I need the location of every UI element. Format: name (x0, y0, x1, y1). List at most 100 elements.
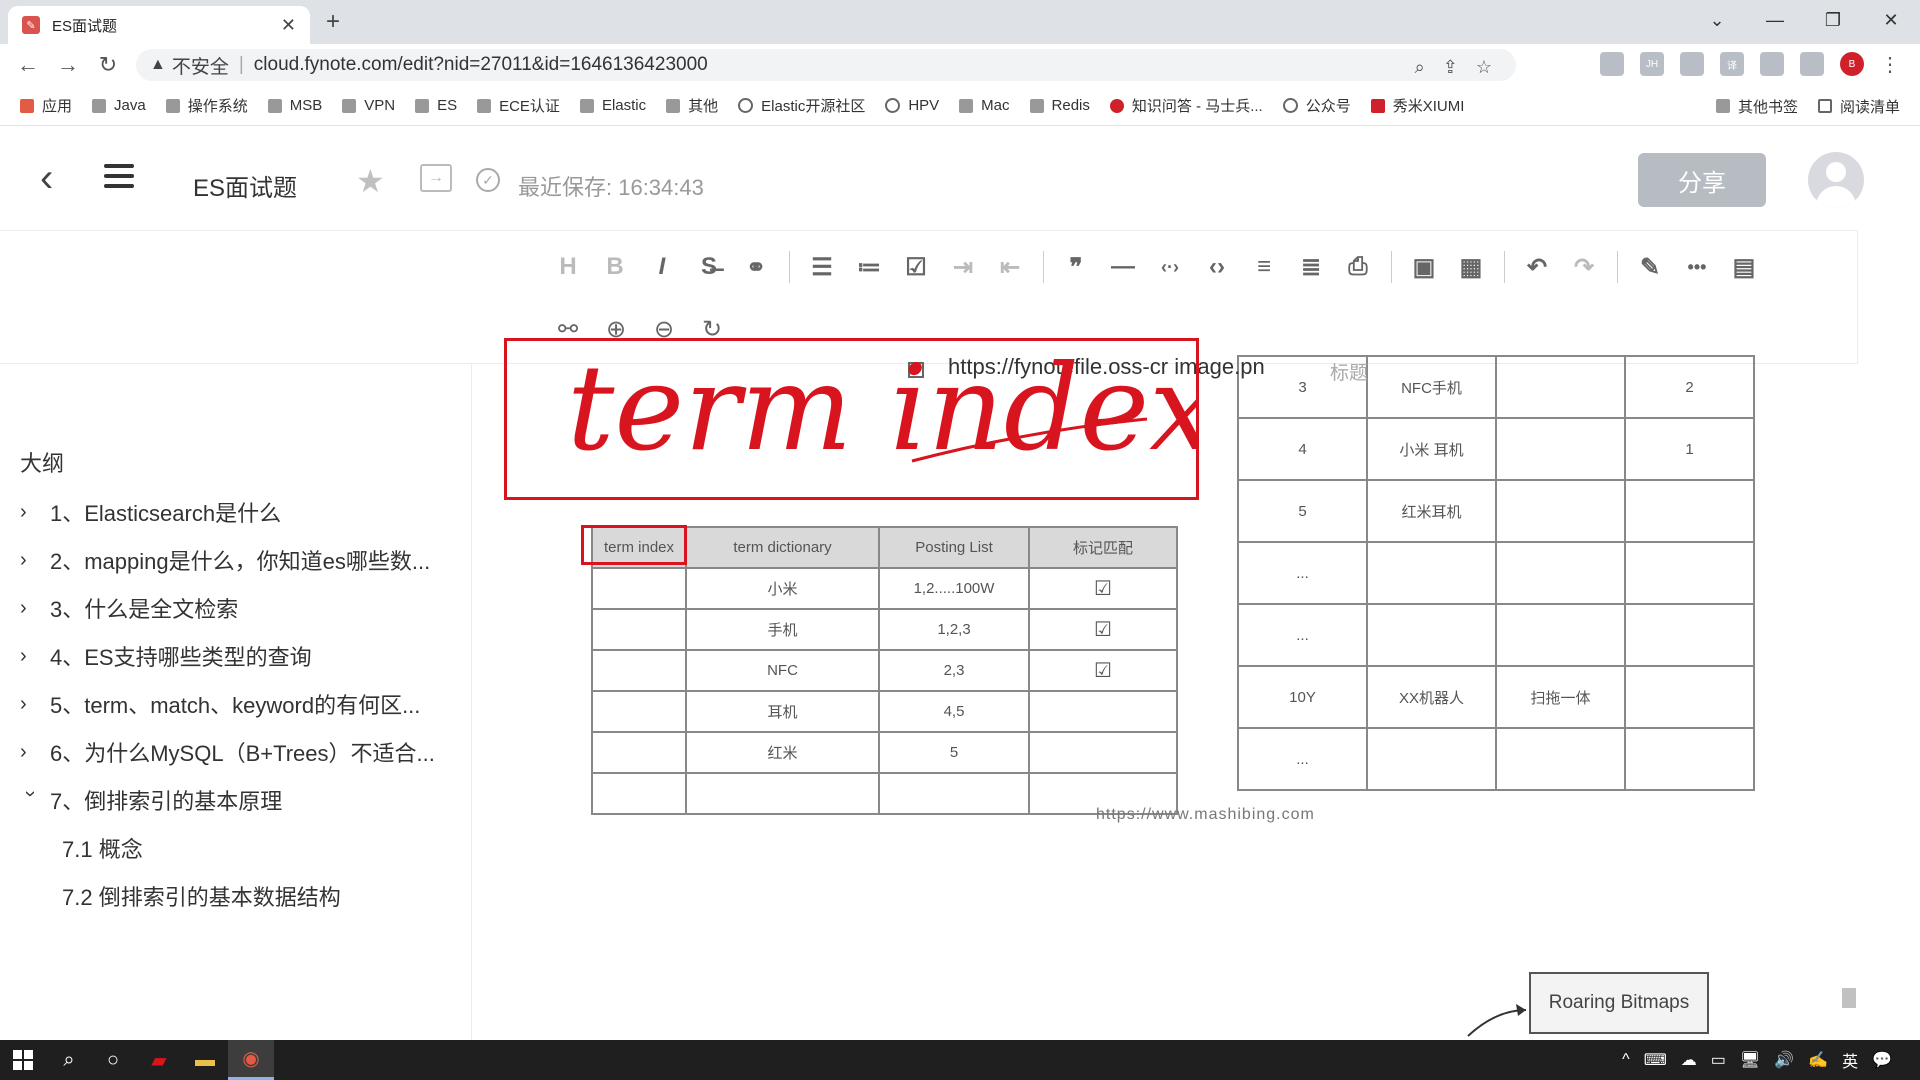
italic-icon[interactable]: I (642, 247, 682, 287)
indent-icon[interactable]: ⇥ (943, 247, 983, 287)
address-input[interactable]: ▲ 不安全 | cloud.fynote.com/edit?nid=27011&… (136, 49, 1516, 81)
explorer-icon[interactable]: ▬ (182, 1040, 228, 1080)
bookmark-star-icon[interactable]: ☆ (1476, 57, 1492, 78)
cloud-icon[interactable]: ☁ (1681, 1050, 1697, 1070)
bookmark-hpv[interactable]: HPV (885, 97, 939, 114)
minimize-button[interactable]: — (1746, 0, 1804, 40)
align-icon[interactable]: ≡ (1244, 247, 1284, 287)
network-icon[interactable]: 🖥 (1740, 1050, 1760, 1070)
outline-item-3[interactable]: › 3、什么是全文检索 (20, 592, 238, 624)
app-taskbar-icon[interactable]: ▰ (136, 1040, 182, 1080)
close-tab-icon[interactable]: ✕ (281, 15, 296, 36)
chevron-right-icon[interactable]: › (20, 693, 40, 716)
back-button[interactable]: ← (8, 52, 48, 78)
bookmark-other[interactable]: 其他 (666, 95, 718, 116)
pen-input-icon[interactable]: ✍ (1808, 1050, 1828, 1070)
extension-icon[interactable] (1600, 52, 1624, 76)
redo-icon[interactable]: ↷ (1564, 247, 1604, 287)
keyboard-icon[interactable]: ⌨ (1644, 1050, 1667, 1070)
zoom-icon[interactable]: ⌕ (1415, 57, 1425, 78)
reload-button[interactable]: ↻ (88, 52, 128, 78)
table-icon[interactable]: ▦ (1451, 247, 1491, 287)
page-title[interactable]: ES面试题 (193, 168, 297, 203)
bookmark-apps[interactable]: 应用 (20, 95, 72, 116)
ppt-icon[interactable]: ▤ (1724, 247, 1764, 287)
caption-placeholder[interactable]: 标题 (1330, 358, 1368, 385)
link-icon[interactable]: ⚭ (736, 247, 776, 287)
tray-overflow-icon[interactable]: ^ (1622, 1051, 1630, 1069)
bookmark-es[interactable]: ES (415, 97, 457, 114)
bookmark-vpn[interactable]: VPN (342, 97, 395, 114)
share-page-icon[interactable]: ⇪ (1443, 57, 1458, 78)
chevron-right-icon[interactable]: › (20, 501, 40, 524)
code-block-icon[interactable]: ‹› (1197, 247, 1237, 287)
browser-menu-icon[interactable]: ⋮ (1880, 52, 1900, 77)
attachment-icon[interactable]: ⎙ (1338, 247, 1378, 287)
profile-icon[interactable]: B (1840, 52, 1864, 76)
numbered-list-icon[interactable]: ≔ (849, 247, 889, 287)
outline-subitem-7-1[interactable]: 7.1 概念 (62, 832, 143, 864)
more-icon[interactable]: ••• (1677, 247, 1717, 287)
task-view-icon[interactable]: ○ (90, 1040, 136, 1080)
extension-translate2-icon[interactable]: 译 (1720, 52, 1744, 76)
pen-icon[interactable]: ✎ (1630, 247, 1670, 287)
bookmark-wechat[interactable]: 公众号 (1282, 95, 1351, 116)
forward-button[interactable]: → (48, 52, 88, 78)
chevron-right-icon[interactable]: › (20, 741, 40, 764)
bold-icon[interactable]: B (595, 247, 635, 287)
bookmark-other-folder[interactable]: 其他书签 (1715, 96, 1798, 117)
chevron-right-icon[interactable]: › (20, 645, 40, 668)
scrollbar-thumb[interactable] (1842, 988, 1856, 1008)
reading-list[interactable]: 阅读清单 (1817, 96, 1900, 117)
bookmark-elastic-community[interactable]: Elastic开源社区 (738, 95, 865, 116)
start-button[interactable] (0, 1040, 46, 1080)
outline-item-2[interactable]: › 2、mapping是什么，你知道es哪些数... (20, 544, 430, 576)
inline-code-icon[interactable]: ‹·› (1150, 247, 1190, 287)
outline-item-7[interactable]: › 7、倒排索引的基本原理 (19, 784, 283, 816)
search-icon[interactable]: ⌕ (46, 1040, 92, 1080)
outdent-icon[interactable]: ⇤ (990, 247, 1030, 287)
quote-icon[interactable]: ❞ (1056, 247, 1096, 287)
strikethrough-icon[interactable]: S̶ (689, 247, 729, 287)
extension-translate-icon[interactable] (1680, 52, 1704, 76)
menu-icon[interactable] (104, 164, 134, 194)
outline-item-5[interactable]: › 5、term、match、keyword的有何区... (20, 688, 420, 720)
star-icon[interactable]: ★ (356, 162, 385, 200)
outline-item-1[interactable]: › 1、Elasticsearch是什么 (20, 496, 281, 528)
outline-subitem-7-2[interactable]: 7.2 倒排索引的基本数据结构 (62, 880, 341, 912)
chrome-taskbar-icon[interactable]: ◉ (228, 1040, 274, 1080)
bookmark-ece[interactable]: ECE认证 (477, 95, 560, 116)
chevron-right-icon[interactable]: › (20, 549, 40, 572)
extensions-puzzle-icon[interactable] (1800, 52, 1824, 76)
notification-icon[interactable]: 💬 (1872, 1050, 1892, 1070)
tab-search-icon[interactable]: ⌄ (1688, 0, 1746, 40)
bullet-list-icon[interactable]: ☰ (802, 247, 842, 287)
bookmark-mac[interactable]: Mac (959, 97, 1010, 114)
input-language[interactable]: 英 (1842, 1048, 1858, 1072)
close-window-button[interactable]: ✕ (1862, 0, 1920, 40)
battery-icon[interactable]: ▭ (1711, 1050, 1726, 1070)
bookmark-msb[interactable]: MSB (267, 97, 322, 114)
move-to-folder-icon[interactable]: → (420, 164, 452, 192)
chevron-right-icon[interactable]: › (20, 597, 40, 620)
new-tab-button[interactable]: + (326, 8, 340, 36)
bookmark-java[interactable]: Java (92, 97, 146, 114)
volume-icon[interactable]: 🔊 (1774, 1050, 1794, 1070)
bookmark-os[interactable]: 操作系统 (165, 95, 248, 116)
horizontal-rule-icon[interactable]: — (1103, 247, 1143, 287)
outline-item-4[interactable]: › 4、ES支持哪些类型的查询 (20, 640, 312, 672)
back-chevron-icon[interactable]: ‹ (40, 156, 53, 201)
bookmark-elastic[interactable]: Elastic (579, 97, 646, 114)
extension-video-icon[interactable] (1760, 52, 1784, 76)
avatar[interactable] (1808, 152, 1864, 208)
share-button[interactable]: 分享 (1638, 153, 1766, 207)
extension-jh-icon[interactable]: JH (1640, 52, 1664, 76)
outline-item-6[interactable]: › 6、为什么MySQL（B+Trees）不适合... (20, 736, 435, 768)
bookmark-redis[interactable]: Redis (1029, 97, 1090, 114)
image-icon[interactable]: ▣ (1404, 247, 1444, 287)
task-list-icon[interactable]: ☑ (896, 247, 936, 287)
chevron-down-icon[interactable]: › (19, 790, 42, 810)
browser-tab[interactable]: ✎ ES面试题 ✕ (8, 6, 310, 44)
restore-button[interactable]: ❐ (1804, 0, 1862, 40)
text-direction-icon[interactable]: ≣ (1291, 247, 1331, 287)
